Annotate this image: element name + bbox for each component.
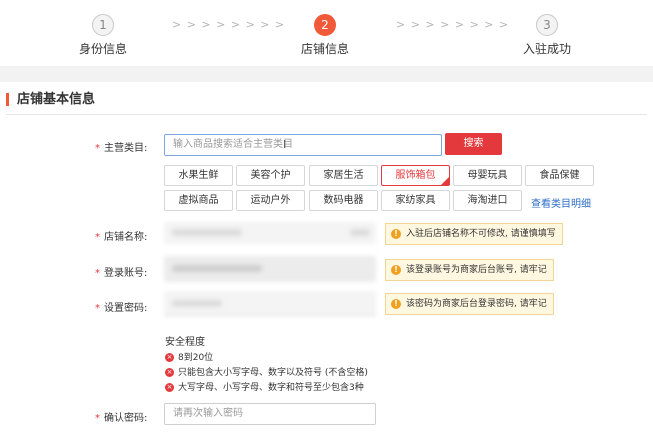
required-mark: *: [95, 413, 100, 424]
store-name-tip: ! 入驻后店铺名称不可修改, 请谨慎填写: [385, 223, 563, 245]
x-circle-icon: ×: [165, 368, 174, 377]
password-strength-title: 安全程度: [165, 337, 205, 348]
blurred-value: [172, 300, 222, 307]
section-underline: [6, 114, 647, 115]
strength-rule: × 只能包含大小写字母、数字以及符号 (不含空格): [165, 368, 368, 378]
login-account-tip: ! 该登录账号为商家后台账号, 请牢记: [385, 259, 554, 281]
x-circle-icon: ×: [165, 353, 174, 362]
confirm-password-label: * 确认密码:: [95, 413, 148, 424]
step-label: 入驻成功: [522, 42, 571, 56]
category-item[interactable]: 海淘进口: [453, 190, 522, 211]
required-mark: *: [95, 143, 100, 154]
category-item[interactable]: 家纺家具: [381, 190, 450, 211]
section-title: 店铺基本信息: [6, 93, 95, 106]
required-mark: *: [95, 303, 100, 314]
category-search-input[interactable]: 输入商品搜索适合主营类目: [164, 134, 442, 156]
stepper: 1 身份信息 > > > > > > > > 2 店铺信息 > > > > > …: [0, 0, 653, 66]
blurred-counter: [350, 229, 370, 236]
confirm-password-input[interactable]: 请再次输入密码: [164, 403, 376, 425]
step-label: 身份信息: [78, 42, 127, 56]
step-label: 店铺信息: [300, 42, 349, 56]
strength-rule: × 大写字母、小写字母、数字和符号至少包含3种: [165, 383, 364, 393]
category-item[interactable]: 美容个护: [236, 165, 305, 186]
step-number: 3: [536, 14, 558, 36]
step-number: 1: [92, 14, 114, 36]
search-button[interactable]: 搜索: [445, 133, 502, 155]
step-separator: > > > > > > > >: [172, 18, 286, 31]
password-tip: ! 该密码为商家后台登录密码, 请牢记: [385, 293, 554, 315]
blurred-value: [172, 265, 262, 272]
step-number: 2: [314, 14, 336, 36]
section-divider: [0, 66, 653, 82]
step-store-info: 2 店铺信息: [275, 14, 375, 57]
required-mark: *: [95, 268, 100, 279]
step-identity-info: 1 身份信息: [53, 14, 153, 57]
category-label: * 主营类目:: [95, 143, 148, 154]
required-mark: *: [95, 232, 100, 243]
password-label: * 设置密码:: [95, 303, 148, 314]
category-item[interactable]: 家居生活: [309, 165, 378, 186]
exclamation-icon: !: [391, 229, 401, 239]
category-detail-link[interactable]: 查看类目明细: [531, 195, 591, 210]
exclamation-icon: !: [391, 265, 401, 275]
category-item[interactable]: 数码电器: [309, 190, 378, 211]
category-item-selected[interactable]: 服饰箱包: [381, 165, 450, 186]
strength-rule: × 8到20位: [165, 353, 214, 363]
category-item[interactable]: 水果生鲜: [164, 165, 233, 186]
blurred-value: [172, 229, 242, 236]
store-name-label: * 店铺名称:: [95, 232, 148, 243]
exclamation-icon: !: [391, 299, 401, 309]
login-account-label: * 登录账号:: [95, 268, 148, 279]
step-separator: > > > > > > > >: [396, 18, 510, 31]
category-item[interactable]: 母婴玩具: [453, 165, 522, 186]
selected-corner-icon: [441, 177, 449, 185]
category-item[interactable]: 运动户外: [236, 190, 305, 211]
step-success: 3 入驻成功: [497, 14, 597, 57]
x-circle-icon: ×: [165, 383, 174, 392]
category-item[interactable]: 食品保健: [525, 165, 594, 186]
category-item[interactable]: 虚拟商品: [164, 190, 233, 211]
text-cursor-icon: I: [283, 138, 287, 151]
